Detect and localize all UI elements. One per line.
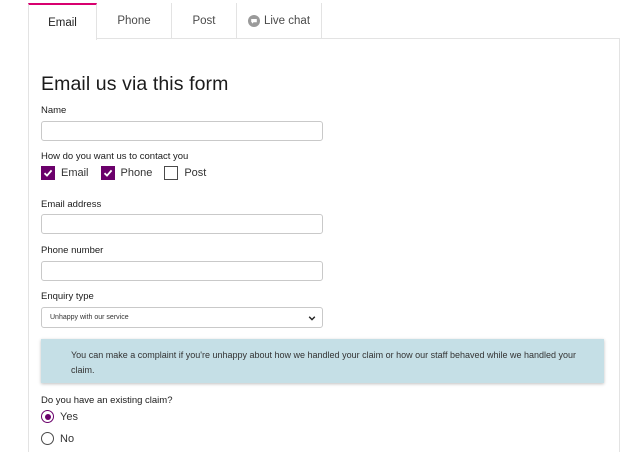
phone-number-label: Phone number <box>41 245 104 256</box>
tab-live-chat[interactable]: Live chat <box>237 3 322 39</box>
enquiry-type-value: Unhappy with our service <box>50 314 129 321</box>
claim-no-option: No <box>41 432 74 445</box>
tab-email[interactable]: Email <box>28 3 97 40</box>
tab-email-label: Email <box>48 16 77 29</box>
tab-post[interactable]: Post <box>172 3 237 39</box>
chat-bubble-icon <box>247 15 260 27</box>
phone-field[interactable] <box>41 261 323 281</box>
email-address-label: Email address <box>41 199 102 210</box>
claim-yes-radio[interactable] <box>41 410 54 423</box>
phone-checkbox[interactable] <box>100 166 115 180</box>
checkmark-icon <box>43 169 53 177</box>
tab-phone[interactable]: Phone <box>97 3 172 39</box>
checkmark-icon <box>103 169 112 177</box>
page-title: Email us via this form <box>41 73 229 95</box>
contact-method-label: How do you want us to contact you <box>41 151 189 162</box>
name-label: Name <box>41 105 67 116</box>
name-field[interactable] <box>41 121 323 141</box>
claim-yes-label: Yes <box>60 410 78 423</box>
form-panel <box>28 38 620 452</box>
claim-yes-option: Yes <box>41 410 78 423</box>
contact-method-tabs: Email Phone Post Live chat <box>28 3 322 40</box>
chevron-down-icon <box>308 315 316 321</box>
claim-no-radio[interactable] <box>41 432 54 445</box>
email-field[interactable] <box>41 214 323 234</box>
post-checkbox[interactable] <box>164 166 179 180</box>
existing-claim-label: Do you have an existing claim? <box>41 395 173 406</box>
enquiry-type-select[interactable]: Unhappy with our service <box>41 307 323 328</box>
tab-post-label: Post <box>192 15 216 27</box>
post-checkbox-label: Post <box>184 167 207 179</box>
complaint-info-text: You can make a complaint if you're unhap… <box>71 350 577 375</box>
enquiry-type-label: Enquiry type <box>41 291 94 302</box>
claim-no-label: No <box>60 432 75 445</box>
tab-phone-label: Phone <box>117 15 151 27</box>
email-checkbox-label: Email <box>61 167 89 179</box>
tab-live-chat-label: Live chat <box>263 15 311 27</box>
radio-selected-dot <box>44 413 51 420</box>
contact-method-options: Email Phone Post <box>41 166 218 180</box>
complaint-info-box: You can make a complaint if you're unhap… <box>41 339 604 383</box>
phone-checkbox-label: Phone <box>120 167 153 179</box>
email-checkbox[interactable] <box>41 166 55 180</box>
